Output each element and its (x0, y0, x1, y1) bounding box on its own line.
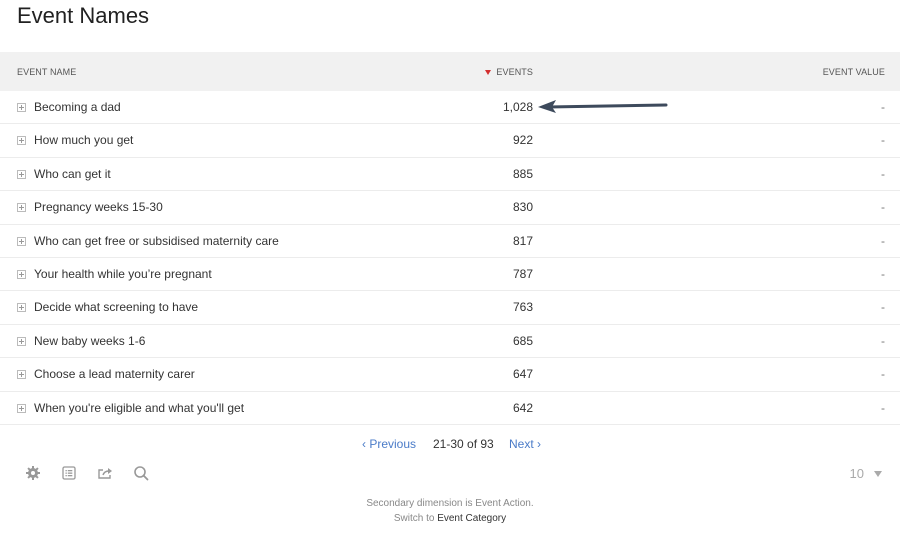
table-view-icon[interactable] (60, 464, 78, 482)
column-header-event-value[interactable]: EVENT VALUE (823, 67, 885, 77)
event-value-cell: - (881, 166, 885, 181)
event-value-cell: - (881, 300, 885, 315)
events-cell: 685 (512, 333, 533, 348)
table-toolbar (24, 464, 150, 482)
events-table: EVENT NAME EVENTS EVENT VALUE Becoming a… (0, 52, 900, 425)
sort-descending-icon (485, 69, 492, 75)
events-cell: 787 (512, 266, 533, 281)
table-row: Choose a lead maternity carer 647 - (0, 358, 900, 392)
switch-prefix: Switch to (393, 513, 438, 524)
events-cell: 830 (512, 200, 533, 215)
expand-row-icon[interactable] (17, 236, 26, 246)
previous-page-link[interactable]: ‹ Previous (362, 437, 416, 451)
expand-row-icon[interactable] (17, 169, 26, 179)
table-row: Who can get free or subsidised maternity… (0, 225, 900, 258)
event-name-cell[interactable]: Becoming a dad (34, 100, 121, 114)
events-cell: 1,028 (502, 100, 533, 114)
event-value-cell: - (881, 400, 885, 415)
expand-row-icon[interactable] (17, 203, 26, 213)
table-row: Your health while you’re pregnant 787 - (0, 258, 900, 292)
expand-row-icon[interactable] (17, 303, 26, 313)
table-row: How much you get 922 - (0, 124, 900, 158)
event-name-cell[interactable]: How much you get (34, 133, 133, 147)
table-row: When you're eligible and what you'll get… (0, 392, 900, 425)
column-header-events-label: EVENTS (496, 67, 533, 77)
table-row: New baby weeks 1-6 685 - (0, 325, 900, 359)
search-icon[interactable] (132, 464, 150, 482)
event-value-cell: - (881, 266, 885, 281)
next-page-link[interactable]: Next › (509, 437, 541, 451)
settings-icon[interactable] (24, 464, 42, 482)
event-value-cell: - (881, 200, 885, 215)
event-name-cell[interactable]: Who can get it (34, 167, 111, 181)
events-cell: 763 (512, 300, 533, 315)
rows-per-page-select[interactable]: 10 (850, 466, 882, 481)
column-header-events[interactable]: EVENTS (485, 67, 533, 77)
event-name-cell[interactable]: Decide what screening to have (34, 300, 198, 314)
events-cell: 647 (512, 367, 533, 382)
events-cell: 922 (512, 133, 533, 148)
event-name-cell[interactable]: Choose a lead maternity carer (34, 367, 195, 381)
table-row: Pregnancy weeks 15-30 830 - (0, 191, 900, 225)
secondary-dimension-text: Secondary dimension is Event Action. (366, 498, 534, 509)
column-header-event-name[interactable]: EVENT NAME (17, 67, 76, 77)
table-header: EVENT NAME EVENTS EVENT VALUE (0, 52, 900, 91)
events-cell: 885 (512, 166, 533, 181)
event-value-cell: - (881, 333, 885, 348)
rows-per-page-value: 10 (849, 466, 864, 481)
event-name-cell[interactable]: New baby weeks 1-6 (34, 334, 145, 348)
table-row: Decide what screening to have 763 - (0, 291, 900, 325)
annotation-arrow-icon (538, 100, 668, 113)
table-row: Becoming a dad 1,028 - (0, 91, 900, 125)
events-cell: 642 (512, 400, 533, 415)
event-name-cell[interactable]: Who can get free or subsidised maternity… (34, 234, 279, 248)
secondary-dimension-note: Secondary dimension is Event Action. Swi… (0, 496, 900, 526)
event-name-cell[interactable]: Your health while you’re pregnant (34, 267, 212, 281)
expand-row-icon[interactable] (17, 269, 26, 279)
switch-to-event-category-link[interactable]: Event Category (437, 513, 506, 524)
expand-row-icon[interactable] (17, 136, 26, 146)
event-value-cell: - (881, 100, 885, 114)
page-range: 21-30 of 93 (433, 437, 494, 451)
table-row: Who can get it 885 - (0, 158, 900, 192)
expand-row-icon[interactable] (17, 103, 26, 112)
expand-row-icon[interactable] (17, 403, 26, 413)
page-title: Event Names (17, 3, 150, 28)
event-value-cell: - (881, 367, 885, 382)
chevron-down-icon (874, 470, 882, 477)
expand-row-icon[interactable] (17, 370, 26, 380)
export-icon[interactable] (96, 464, 114, 482)
event-value-cell: - (881, 233, 885, 248)
event-name-cell[interactable]: When you're eligible and what you'll get (34, 401, 244, 415)
table-body: Becoming a dad 1,028 - How much you get 922 -… (0, 91, 900, 425)
events-cell: 817 (512, 233, 533, 248)
event-value-cell: - (881, 133, 885, 148)
event-name-cell[interactable]: Pregnancy weeks 15-30 (34, 200, 163, 214)
expand-row-icon[interactable] (17, 336, 26, 346)
